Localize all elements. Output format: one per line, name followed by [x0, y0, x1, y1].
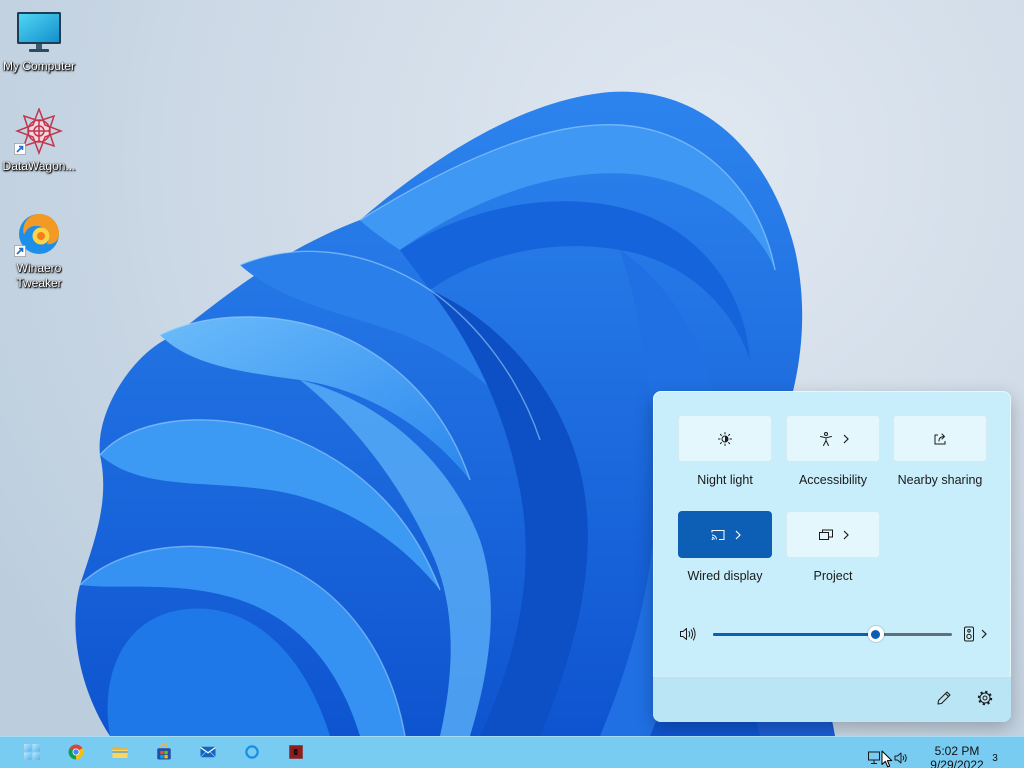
taskbar-file-explorer[interactable]: [108, 740, 132, 764]
taskbar-store[interactable]: [152, 740, 176, 764]
taskbar-chrome[interactable]: [64, 740, 88, 764]
chevron-right-icon: [981, 629, 987, 639]
store-icon: [157, 743, 171, 760]
volume-slider-fill: [713, 633, 876, 636]
taskbar-cortana[interactable]: [240, 740, 264, 764]
chrome-icon: [68, 744, 84, 760]
desktop-screen: My Computer DataWagon... Winaero Tweaker…: [0, 0, 1024, 768]
shortcut-arrow-icon: [14, 245, 26, 257]
volume-slider-thumb[interactable]: [867, 626, 884, 642]
my-computer-icon: [15, 8, 63, 56]
speaker-device-icon: [964, 626, 974, 642]
notification-count[interactable]: 3: [989, 753, 1001, 765]
start-button[interactable]: [20, 740, 44, 764]
tile-label-night-light: Night light: [697, 473, 753, 487]
accessibility-icon: [819, 431, 832, 446]
clock-time: 5:02 PM: [934, 744, 980, 758]
desktop-icon-label: Winaero Tweaker: [16, 261, 62, 290]
tile-night-light[interactable]: [678, 415, 772, 462]
mail-icon: [200, 746, 216, 758]
tile-label-nearby-sharing: Nearby sharing: [897, 473, 983, 487]
desktop-icon-label: My Computer: [2, 59, 76, 73]
gear-icon[interactable]: [977, 690, 993, 706]
taskbar: 5:02 PM 9/29/2022 3: [0, 736, 1024, 768]
shortcut-arrow-icon: [14, 143, 26, 155]
desktop-icon-my-computer[interactable]: My Computer: [1, 8, 77, 74]
clock-date: 9/29/2022: [930, 758, 984, 768]
tile-label-accessibility: Accessibility: [798, 473, 868, 487]
winaero-tweaker-icon: [14, 210, 63, 258]
chevron-right-icon: [735, 530, 741, 539]
tile-accessibility[interactable]: [786, 415, 880, 462]
audio-output-selector[interactable]: [963, 624, 993, 644]
mouse-cursor: [881, 750, 893, 768]
project-icon: [818, 529, 833, 540]
red-app-icon: [289, 745, 303, 759]
quick-settings-footer: [653, 676, 1011, 722]
file-explorer-icon: [112, 746, 128, 758]
cortana-icon: [245, 745, 259, 759]
taskbar-red-app[interactable]: [284, 740, 308, 764]
desktop-icon-datawagon[interactable]: DataWagon...: [1, 108, 77, 174]
pencil-icon[interactable]: [936, 690, 952, 706]
quick-settings-panel: Night light Accessibility Nearby sharing: [653, 391, 1011, 722]
clock-date-area: 9/29/2022: [922, 758, 992, 768]
cast-icon: [711, 529, 724, 540]
chevron-right-icon: [843, 530, 849, 539]
tile-nearby-sharing[interactable]: [893, 415, 987, 462]
tile-label-project: Project: [813, 569, 853, 583]
tile-label-wired-display: Wired display: [687, 569, 763, 583]
tile-wired-display[interactable]: [678, 511, 772, 558]
nearby-sharing-icon: [934, 433, 946, 444]
start-icon: [24, 744, 40, 760]
chevron-right-icon: [843, 434, 849, 443]
night-light-icon: [718, 431, 732, 446]
taskbar-mail[interactable]: [196, 740, 220, 764]
datawagon-icon: [14, 108, 63, 156]
volume-slider[interactable]: [713, 633, 952, 636]
desktop-icon-winaero-tweaker[interactable]: Winaero Tweaker: [1, 210, 77, 291]
tile-project[interactable]: [786, 511, 880, 558]
speaker-icon[interactable]: [679, 626, 697, 642]
clock-area[interactable]: 5:02 PM 9/29/2022: [922, 737, 992, 768]
desktop-icon-label: DataWagon...: [2, 159, 76, 173]
speaker-icon[interactable]: [893, 750, 909, 766]
